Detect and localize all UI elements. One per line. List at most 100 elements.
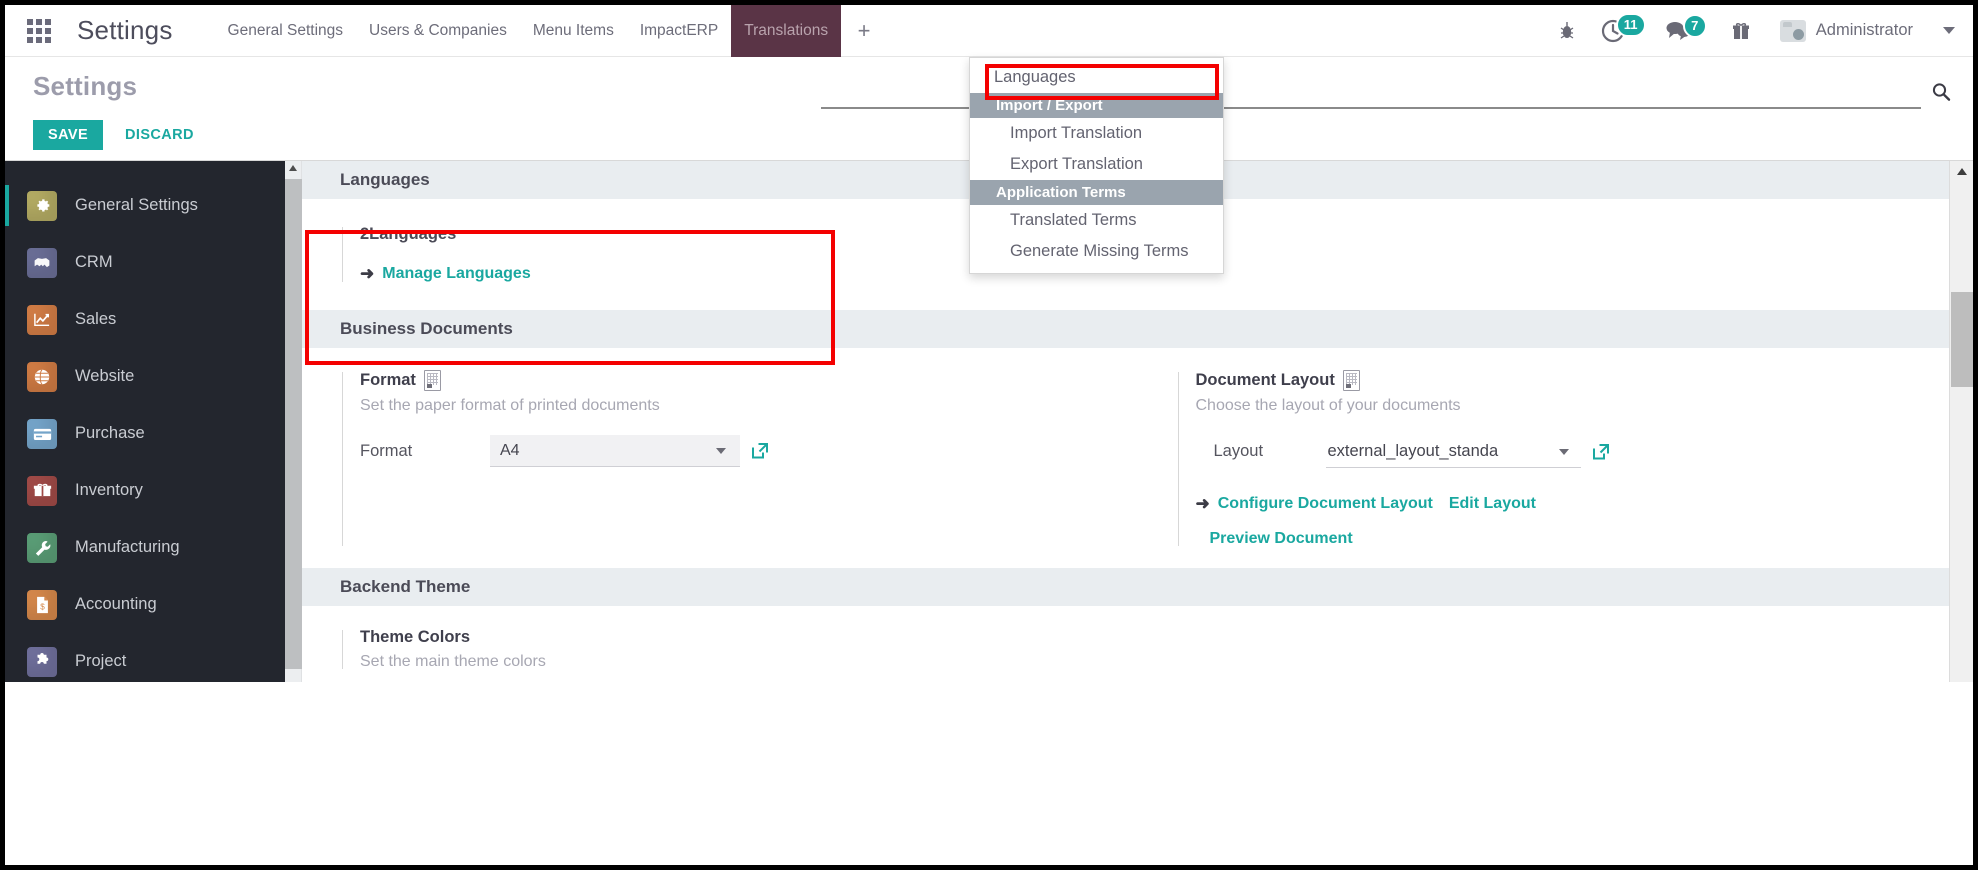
save-button[interactable]: SAVE xyxy=(33,120,104,150)
clock-badge-count: 11 xyxy=(1615,12,1646,37)
preview-document-link[interactable]: Preview Document xyxy=(1210,530,1353,547)
gear-icon xyxy=(27,190,57,221)
settings-inner-scrollbar[interactable] xyxy=(285,161,302,682)
external-link-icon[interactable] xyxy=(750,441,770,461)
box-icon xyxy=(27,475,57,506)
nav-item-general-settings[interactable]: General Settings xyxy=(215,5,356,57)
chevron-down-icon[interactable] xyxy=(1943,27,1955,34)
section-body-backend-theme: Theme Colors Set the main theme colors xyxy=(302,606,1973,682)
format-select-wrap: A4 xyxy=(490,435,770,467)
nav-item-menu-items[interactable]: Menu Items xyxy=(520,5,627,57)
dropdown-header-import-export: Import / Export xyxy=(970,93,1223,118)
top-navbar: Settings General Settings Users & Compan… xyxy=(5,5,1973,57)
scroll-up-arrow-icon[interactable] xyxy=(289,165,297,171)
sidebar-item-label: Inventory xyxy=(75,481,143,499)
sidebar-item-purchase[interactable]: Purchase xyxy=(5,405,285,462)
sidebar-item-website[interactable]: Website xyxy=(5,348,285,405)
dropdown-header-application-terms: Application Terms xyxy=(970,180,1223,205)
business-documents-row: Format Set the paper format of printed d… xyxy=(302,370,1973,548)
scrollbar-thumb[interactable] xyxy=(1951,292,1973,387)
backend-theme-row: Theme Colors Set the main theme colors xyxy=(302,628,1973,671)
section-heading-business-documents: Business Documents xyxy=(302,310,1973,348)
format-field-label: Format xyxy=(360,441,413,460)
layout-select-wrap: external_layout_standa xyxy=(1325,435,1611,468)
section-heading-backend-theme: Backend Theme xyxy=(302,568,1973,606)
sidebar-item-general-settings[interactable]: General Settings xyxy=(5,177,285,234)
layout-select[interactable]: external_layout_standa xyxy=(1325,435,1581,468)
page-scrollbar[interactable] xyxy=(1949,161,1973,682)
dropdown-item-languages[interactable]: Languages xyxy=(970,62,1223,93)
handshake-icon xyxy=(27,247,57,278)
dropdown-item-translated-terms[interactable]: Translated Terms xyxy=(970,205,1223,236)
puzzle-icon xyxy=(27,646,57,677)
scrollbar-thumb[interactable] xyxy=(285,179,302,669)
svg-text:$: $ xyxy=(40,602,45,611)
dropdown-item-import-translation[interactable]: Import Translation xyxy=(970,118,1223,149)
configure-document-layout-link[interactable]: Configure Document Layout xyxy=(1218,495,1433,513)
document-icon xyxy=(423,370,441,391)
credit-card-icon xyxy=(27,418,57,449)
nav-item-translations[interactable]: Translations xyxy=(731,5,842,57)
manage-languages-link[interactable]: Manage Languages xyxy=(382,265,530,283)
sidebar-item-label: Sales xyxy=(75,310,117,328)
nav-add-icon[interactable]: + xyxy=(841,5,887,57)
translations-dropdown-menu: Languages Import / Export Import Transla… xyxy=(969,57,1224,274)
clock-icon[interactable]: 11 xyxy=(1600,12,1646,44)
document-layout-title-row: Document Layout xyxy=(1196,370,1974,391)
format-title: Format xyxy=(360,371,416,389)
bug-icon[interactable] xyxy=(1558,21,1576,41)
messages-badge-count: 7 xyxy=(1682,13,1707,38)
theme-colors-setting: Theme Colors Set the main theme colors xyxy=(302,628,1138,671)
dropdown-item-export-translation[interactable]: Export Translation xyxy=(970,149,1223,180)
invoice-icon: $ xyxy=(27,589,57,620)
app-brand-title[interactable]: Settings xyxy=(77,15,173,46)
sidebar-item-accounting[interactable]: $ Accounting xyxy=(5,576,285,633)
format-setting: Format Set the paper format of printed d… xyxy=(302,370,1138,548)
arrow-right-icon: ➜ xyxy=(360,264,375,283)
search-icon[interactable] xyxy=(1931,82,1951,102)
chart-line-icon xyxy=(27,304,57,335)
sidebar-item-manufacturing[interactable]: Manufacturing xyxy=(5,519,285,576)
sidebar-item-label: Manufacturing xyxy=(75,538,180,556)
layout-field-row: Layout external_layout_standa xyxy=(1214,435,1974,468)
section-body-business-documents: Format Set the paper format of printed d… xyxy=(302,348,1973,568)
arrow-right-icon: ➜ xyxy=(1195,494,1210,513)
wrench-icon xyxy=(27,532,57,563)
sidebar-item-inventory[interactable]: Inventory xyxy=(5,462,285,519)
document-layout-setting: Document Layout Choose the layout of you… xyxy=(1138,370,1974,548)
sidebar-item-label: Website xyxy=(75,367,135,385)
format-description: Set the paper format of printed document… xyxy=(360,397,660,414)
sidebar-item-label: Project xyxy=(75,652,127,670)
sidebar-item-crm[interactable]: CRM xyxy=(5,234,285,291)
sidebar-item-label: CRM xyxy=(75,253,113,271)
sidebar-item-label: Accounting xyxy=(75,595,157,613)
apps-grid-icon[interactable] xyxy=(27,18,51,43)
theme-colors-title: Theme Colors xyxy=(360,628,471,646)
nav-item-impacterp[interactable]: ImpactERP xyxy=(627,5,731,57)
sidebar-item-sales[interactable]: Sales xyxy=(5,291,285,348)
format-field-row: Format A4 xyxy=(360,435,1138,467)
settings-sidebar: General Settings CRM Sales Website Purch… xyxy=(5,161,285,682)
user-menu[interactable]: Administrator xyxy=(1779,19,1913,42)
nav-item-users-companies[interactable]: Users & Companies xyxy=(356,5,520,57)
layout-links-row: ➜ Configure Document Layout Edit Layout xyxy=(1196,494,1974,514)
discard-button[interactable]: DISCARD xyxy=(119,120,200,150)
theme-colors-description: Set the main theme colors xyxy=(360,653,546,670)
layout-field-label: Layout xyxy=(1213,442,1264,460)
external-link-icon[interactable] xyxy=(1591,442,1611,462)
messages-icon[interactable]: 7 xyxy=(1664,13,1707,43)
format-select[interactable]: A4 xyxy=(490,435,740,467)
globe-icon xyxy=(27,361,57,392)
format-title-row: Format xyxy=(360,370,1138,391)
sidebar-item-label: Purchase xyxy=(75,424,145,442)
scroll-up-arrow-icon[interactable] xyxy=(1957,168,1967,175)
avatar xyxy=(1779,19,1806,42)
sidebar-item-label: General Settings xyxy=(75,196,198,214)
user-name-label: Administrator xyxy=(1815,21,1913,39)
dropdown-item-generate-missing-terms[interactable]: Generate Missing Terms xyxy=(970,236,1223,267)
nav-menu-list: General Settings Users & Companies Menu … xyxy=(215,5,888,57)
gift-icon[interactable] xyxy=(1732,21,1750,41)
document-icon xyxy=(1342,370,1360,391)
sidebar-item-project[interactable]: Project xyxy=(5,633,285,682)
edit-layout-link[interactable]: Edit Layout xyxy=(1449,495,1536,513)
